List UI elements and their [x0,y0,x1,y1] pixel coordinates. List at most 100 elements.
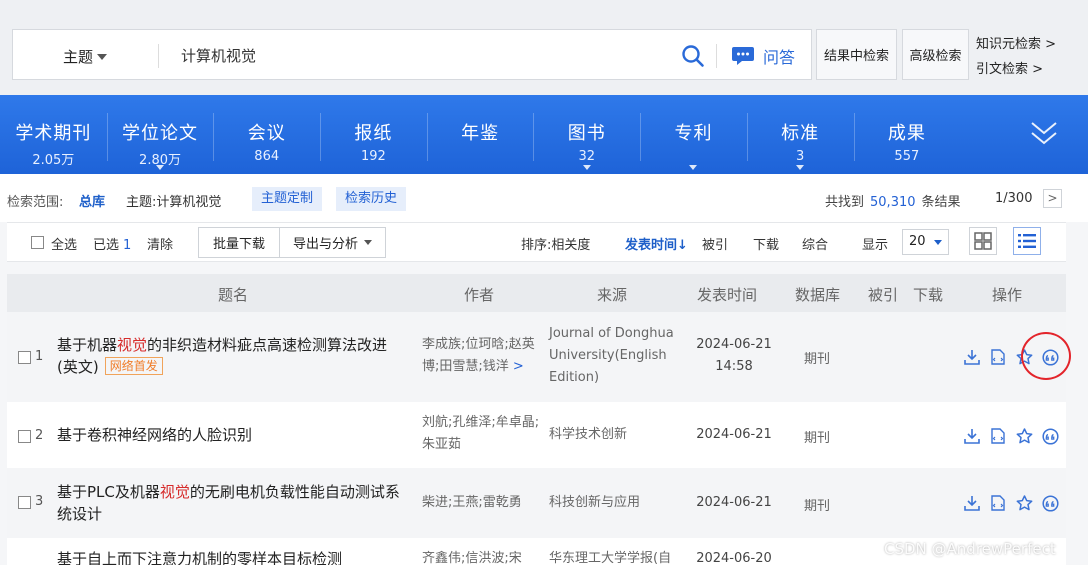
row-database: 期刊 [804,499,831,514]
chevron-right-icon[interactable]: > [513,359,524,374]
category-count: 557 [894,149,920,164]
batch-download-button[interactable]: 批量下载 [198,227,280,258]
category-newspaper[interactable]: 报纸 192 [320,95,427,174]
row-database: 期刊 [804,352,831,367]
sort-citation[interactable]: 被引 [702,234,728,253]
download-icon[interactable] [959,493,985,513]
category-patent[interactable]: 专利 [640,95,747,174]
header-citation: 被引 [868,286,899,304]
header-title: 题名 [218,286,249,304]
expand-chevron-icon[interactable] [1030,121,1058,151]
sort-download[interactable]: 下载 [753,234,779,253]
row-checkbox[interactable] [18,496,31,509]
header-source: 来源 [597,286,628,304]
knowledge-search-link[interactable]: 知识元检索 > [976,33,1056,52]
html-read-icon[interactable] [985,426,1011,446]
header-operations: 操作 [992,286,1023,304]
field-select[interactable]: 主题 [63,46,108,67]
row-authors[interactable]: 齐鑫伟;信洪波;宋 [422,548,542,565]
category-yearbook[interactable]: 年鉴 [426,95,534,174]
sort-label: 排序:相关度 [521,234,590,253]
row-source[interactable]: 华东理工大学学报(自 [549,548,679,565]
row-title[interactable]: 基于PLC及机器视觉的无刷电机负载性能自动测试系统设计 [57,481,405,525]
favorite-star-icon[interactable] [1011,426,1037,446]
row-checkbox[interactable] [18,351,31,364]
scope-value[interactable]: 总库 [79,191,105,210]
category-conference[interactable]: 会议 864 [213,95,320,174]
download-icon[interactable] [959,426,985,446]
row-source[interactable]: 科学技术创新 [549,424,679,446]
row-title[interactable]: 基于卷积神经网络的人脸识别 [57,424,405,446]
topic-custom-button[interactable]: 主题定制 [252,187,323,211]
chat-bubble-icon [732,47,754,65]
category-name: 报纸 [354,123,393,144]
caret-down-icon [689,165,698,170]
online-first-badge: 网络首发 [104,357,163,375]
time-text: 14:58 [715,359,753,374]
row-title[interactable]: 基于自上而下注意力机制的零样本目标检测 [57,548,405,565]
header-database: 数据库 [795,286,841,304]
category-bar: 学术期刊 2.05万 学位论文 2.80万 会议 864 报纸 192 年鉴 图书 32 … [0,95,1088,174]
clear-button[interactable]: 清除 [147,234,173,253]
row-title[interactable]: 基于机器视觉的非织造材料疵点高速检测算法改进(英文) 网络首发 [57,334,405,378]
category-standard[interactable]: 标准 3 [746,95,854,174]
category-journal[interactable]: 学术期刊 2.05万 [0,95,107,174]
divider [158,44,159,68]
scope-row: 检索范围: 总库 主题:计算机视觉 主题定制 检索历史 共找到 50,310 条结果… [0,174,1088,222]
search-history-button[interactable]: 检索历史 [336,187,407,211]
select-all-checkbox[interactable] [31,236,44,249]
category-name: 图书 [567,123,606,144]
row-operations [959,493,1063,513]
sort-date[interactable]: 发表时间↓ [625,234,688,253]
row-authors[interactable]: 柴进;王燕;雷乾勇 [422,492,542,514]
category-thesis[interactable]: 学位论文 2.80万 [106,95,214,174]
select-all-label[interactable]: 全选 [51,234,77,253]
category-book[interactable]: 图书 32 [533,95,640,174]
category-name: 年鉴 [461,123,500,144]
download-icon[interactable] [959,347,985,367]
title-highlight: 视觉 [117,336,148,354]
cite-quote-icon[interactable] [1037,426,1063,446]
category-count: 864 [254,149,280,164]
header-date: 发表时间 [697,286,758,304]
next-page-button[interactable]: > [1043,189,1062,208]
row-checkbox[interactable] [18,430,31,443]
table-row: 3 基于PLC及机器视觉的无刷电机负载性能自动测试系统设计 柴进;王燕;雷乾勇 … [7,468,1066,538]
page-indicator: 1/300 [995,191,1033,206]
favorite-star-icon[interactable] [1011,493,1037,513]
qa-button[interactable]: 问答 [731,43,795,69]
list-view-button[interactable] [1013,227,1041,255]
title-highlight: 视觉 [159,483,190,501]
found-prefix: 共找到 [825,195,865,210]
result-search-button[interactable]: 结果中检索 [816,29,897,80]
html-read-icon[interactable] [985,493,1011,513]
search-input[interactable] [169,38,669,72]
selected-label: 已选 [93,238,120,253]
sort-comprehensive[interactable]: 综合 [802,234,828,253]
row-database: 期刊 [804,431,831,446]
cite-quote-icon[interactable] [1037,493,1063,513]
sort-relevance[interactable]: 相关度 [551,238,590,253]
search-box: 主题 问答 [12,29,812,80]
export-analyze-dropdown[interactable]: 导出与分析 [279,227,386,258]
advanced-search-button[interactable]: 高级检索 [902,29,969,80]
title-text: 基于机器 [57,336,118,354]
header-author: 作者 [464,286,495,304]
results-toolbar: 全选 已选 1 清除 批量下载 导出与分析 排序:相关度 发表时间↓ 被引 下载 … [7,222,1066,262]
search-icon[interactable] [681,44,705,68]
row-index: 1 [35,349,44,364]
row-date: 2024-06-21 14:58 [691,334,777,378]
row-authors[interactable]: 刘航;孔维泽;牟卓晶;朱亚茹 [422,412,542,456]
page-size-select[interactable]: 20 [902,229,949,255]
html-read-icon[interactable] [985,347,1011,367]
category-name: 会议 [247,123,286,144]
category-achievement[interactable]: 成果 557 [853,95,961,174]
row-operations [959,426,1063,446]
row-authors[interactable]: 李成族;位珂晗;赵英博;田雪慧;钱洋 > [422,334,542,378]
row-source[interactable]: 科技创新与应用 [549,492,679,514]
caret-down-icon [156,165,165,170]
row-source[interactable]: Journal of Donghua University(English Ed… [549,323,679,389]
citation-search-link[interactable]: 引文检索 > [976,58,1043,77]
grid-view-button[interactable] [969,227,997,255]
annotation-circle [1021,332,1071,380]
